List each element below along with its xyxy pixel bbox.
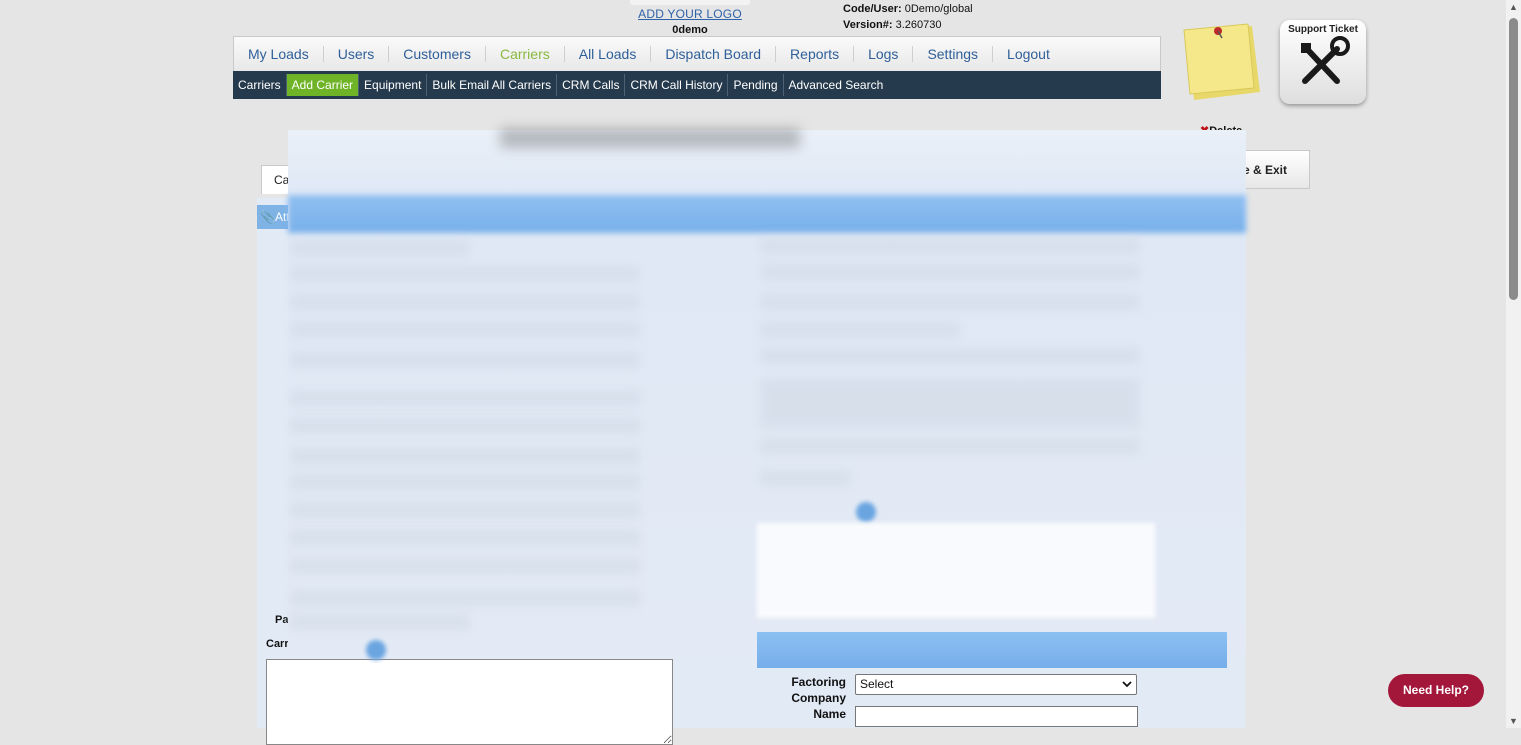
- support-ticket-label: Support Ticket: [1288, 24, 1358, 35]
- attach-bar[interactable]: 📎Att: [257, 205, 291, 229]
- subnav-add-carrier[interactable]: Add Carrier: [286, 74, 360, 96]
- nav-logout[interactable]: Logout: [993, 46, 1064, 62]
- nav-carriers[interactable]: Carriers: [486, 46, 565, 62]
- logo-area: ADD YOUR LOGO 0demo: [630, 0, 750, 36]
- subnav-carriers[interactable]: Carriers: [233, 74, 287, 96]
- scrollbar-thumb[interactable]: [1509, 18, 1518, 300]
- nav-my-loads[interactable]: My Loads: [234, 46, 324, 62]
- need-help-button[interactable]: Need Help?: [1388, 674, 1484, 707]
- add-logo-link[interactable]: ADD YOUR LOGO: [630, 7, 750, 21]
- nav-logs[interactable]: Logs: [854, 46, 914, 62]
- support-ticket-button[interactable]: Support Ticket: [1280, 20, 1366, 104]
- chevron-down-icon: [1122, 678, 1132, 692]
- carrier-notes-label: Carr: [266, 638, 289, 650]
- tab-carrier[interactable]: Ca: [261, 165, 291, 194]
- version-value: 3.260730: [895, 19, 942, 31]
- sub-nav: Carriers Add Carrier Equipment Bulk Emai…: [233, 71, 1161, 99]
- code-user-value: 0Demo/global: [904, 3, 973, 15]
- remit-information-header: [757, 632, 1227, 668]
- code-user-label: Code/User:: [843, 3, 902, 15]
- subnav-advanced-search[interactable]: Advanced Search: [784, 74, 889, 96]
- nav-reports[interactable]: Reports: [776, 46, 855, 62]
- subnav-equipment[interactable]: Equipment: [359, 74, 428, 96]
- subnav-crm-call-history[interactable]: CRM Call History: [625, 74, 729, 96]
- factoring-name-input[interactable]: [855, 706, 1138, 727]
- company-code: 0demo: [672, 24, 708, 36]
- remit-header-blur: [990, 632, 994, 668]
- nav-all-loads[interactable]: All Loads: [565, 46, 652, 62]
- code-user-info: Code/User: 0Demo/global: [843, 3, 973, 15]
- sticky-notes-icon[interactable]: [1182, 22, 1264, 104]
- subnav-pending[interactable]: Pending: [728, 74, 784, 96]
- subnav-crm-calls[interactable]: CRM Calls: [557, 74, 626, 96]
- version-info: Version#: 3.260730: [843, 19, 941, 31]
- scroll-up-icon[interactable]: ▲: [1508, 2, 1519, 12]
- logo-placeholder: [630, 0, 750, 5]
- pa-label: Pa: [275, 614, 289, 626]
- blurred-section-header: [288, 195, 1246, 233]
- factoring-company-label: Factoring Company Name: [791, 675, 846, 721]
- scroll-down-icon[interactable]: ▼: [1508, 716, 1519, 726]
- factoring-company-select[interactable]: Select: [855, 674, 1137, 695]
- nav-customers[interactable]: Customers: [389, 46, 486, 62]
- factoring-select-value: Select: [860, 677, 894, 691]
- subnav-bulk-email[interactable]: Bulk Email All Carriers: [427, 74, 558, 96]
- wrench-icon: [1301, 36, 1350, 84]
- nav-users[interactable]: Users: [324, 46, 390, 62]
- nav-settings[interactable]: Settings: [913, 46, 994, 62]
- carrier-notes-textarea[interactable]: [266, 659, 673, 745]
- blurred-carrier-title: [500, 128, 800, 148]
- nav-dispatch-board[interactable]: Dispatch Board: [651, 46, 777, 62]
- paperclip-icon: 📎: [260, 210, 275, 224]
- version-label: Version#:: [843, 19, 893, 31]
- blurred-notes-area: [757, 523, 1155, 618]
- main-nav: My Loads Users Customers Carriers All Lo…: [233, 36, 1161, 71]
